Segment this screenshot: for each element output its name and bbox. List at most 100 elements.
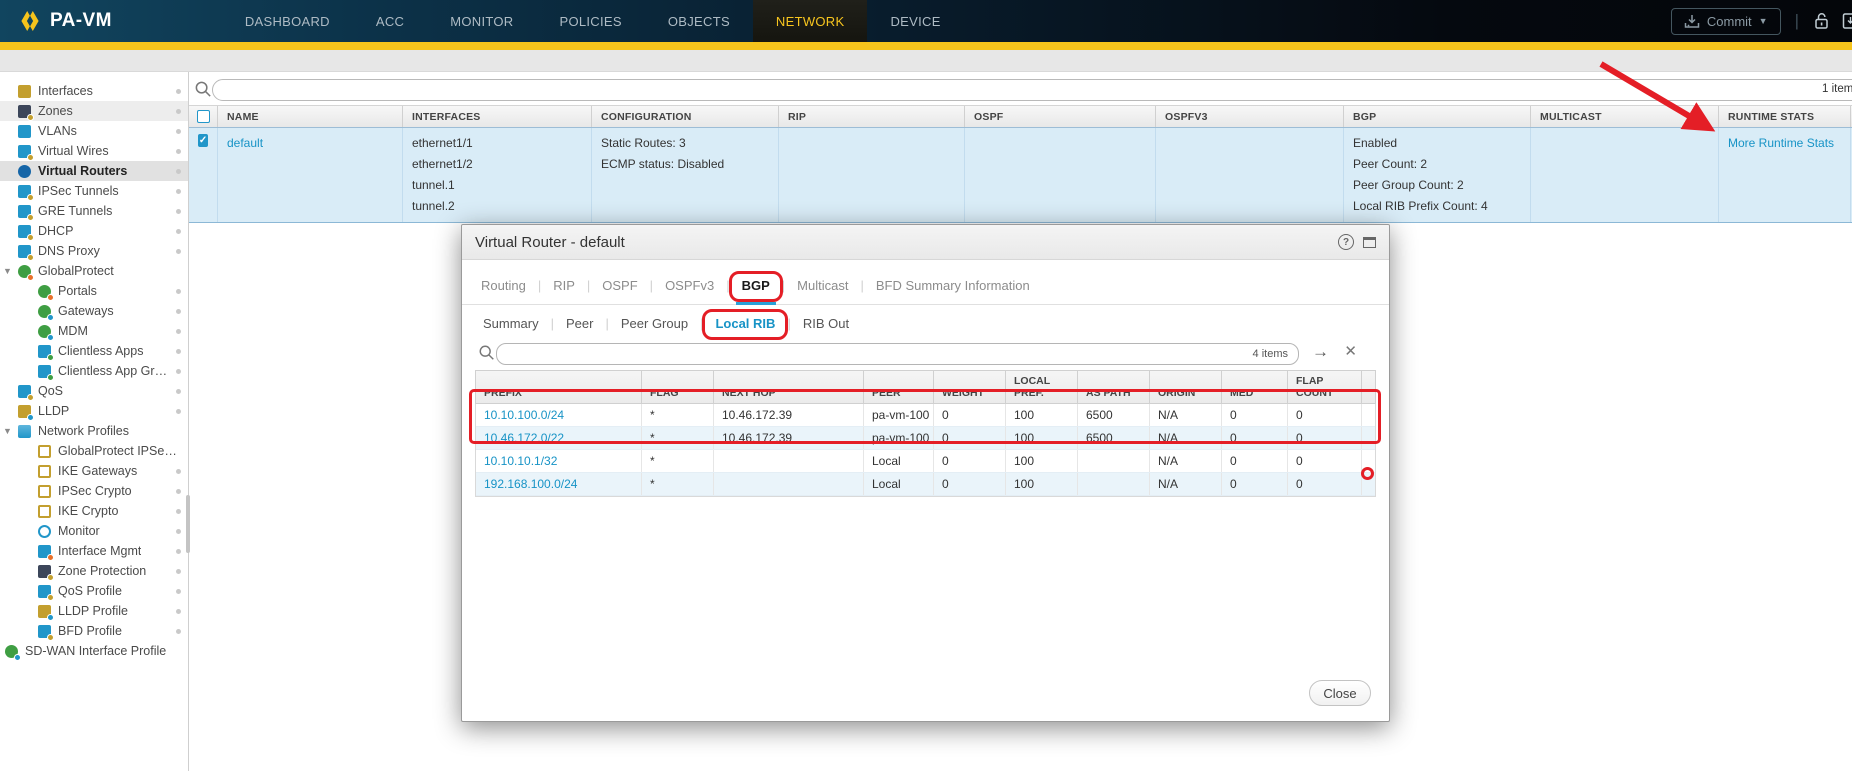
search-input[interactable] xyxy=(212,79,1852,101)
sidebar-item-qos-profile[interactable]: QoS Profile xyxy=(0,581,188,601)
sidebar-item-mdm[interactable]: MDM xyxy=(0,321,188,341)
sidebar-item-globalprotect[interactable]: ▼GlobalProtect xyxy=(0,261,188,281)
detach-dot xyxy=(176,609,181,614)
subtab-separator: | xyxy=(787,316,790,331)
dialog-tab-routing[interactable]: Routing xyxy=(478,278,529,293)
nav-tab-dashboard[interactable]: DASHBOARD xyxy=(222,0,353,42)
nav-tab-device[interactable]: DEVICE xyxy=(867,0,963,42)
sidebar-item-globalprotect-ipsec-crypto[interactable]: GlobalProtect IPSec Crypto xyxy=(0,441,188,461)
column-header-ospfv3[interactable]: OSPFV3 xyxy=(1156,106,1344,127)
nav-tab-network[interactable]: NETWORK xyxy=(753,0,868,42)
rib-col-flap-count[interactable]: FLAP COUNT xyxy=(1288,371,1362,403)
apply-filter-icon[interactable]: → xyxy=(1312,342,1329,362)
dialog-subtab-peer-group[interactable]: Peer Group xyxy=(618,316,691,331)
sidebar-item-bfd-profile[interactable]: BFD Profile xyxy=(0,621,188,641)
sidebar-item-dns-proxy[interactable]: DNS Proxy xyxy=(0,241,188,261)
sidebar-item-lldp-profile[interactable]: LLDP Profile xyxy=(0,601,188,621)
sidebar-item-virtual-wires[interactable]: Virtual Wires xyxy=(0,141,188,161)
column-header-bgp[interactable]: BGP xyxy=(1344,106,1531,127)
column-header-multicast[interactable]: MULTICAST xyxy=(1531,106,1719,127)
restore-window-icon[interactable] xyxy=(1363,237,1376,248)
rib-row[interactable]: 10.10.100.0/24*10.46.172.39pa-vm-1000100… xyxy=(476,404,1375,427)
sidebar-scrollbar-handle[interactable] xyxy=(186,495,190,553)
dialog-tab-multicast[interactable]: Multicast xyxy=(794,278,851,293)
column-header-configuration[interactable]: CONFIGURATION xyxy=(592,106,779,127)
rib-cell: N/A xyxy=(1150,427,1222,449)
sidebar-item-label: Interface Mgmt xyxy=(58,544,141,558)
detach-dot xyxy=(176,489,181,494)
sidebar-item-interface-mgmt[interactable]: Interface Mgmt xyxy=(0,541,188,561)
dialog-tab-rip[interactable]: RIP xyxy=(550,278,578,293)
prefix-link[interactable]: 10.10.100.0/24 xyxy=(484,408,564,422)
select-all-checkbox[interactable] xyxy=(189,106,218,127)
sidebar-item-clientless-apps[interactable]: Clientless Apps xyxy=(0,341,188,361)
rib-row[interactable]: 10.46.172.0/22*10.46.172.39pa-vm-1000100… xyxy=(476,427,1375,450)
sidebar-item-monitor[interactable]: Monitor xyxy=(0,521,188,541)
sidebar-item-ike-crypto[interactable]: IKE Crypto xyxy=(0,501,188,521)
column-header-runtime-stats[interactable]: RUNTIME STATS xyxy=(1719,106,1851,127)
nav-tab-monitor[interactable]: MONITOR xyxy=(427,0,536,42)
sidebar-item-lldp[interactable]: LLDP xyxy=(0,401,188,421)
dialog-subtab-peer[interactable]: Peer xyxy=(563,316,596,331)
rib-col-as-path[interactable]: AS PATH xyxy=(1078,371,1150,403)
nav-tab-policies[interactable]: POLICIES xyxy=(536,0,644,42)
sidebar-item-ipsec-tunnels[interactable]: IPSec Tunnels xyxy=(0,181,188,201)
sidebar-item-gateways[interactable]: Gateways xyxy=(0,301,188,321)
close-button[interactable]: Close xyxy=(1309,680,1371,706)
sidebar-item-sd-wan-interface-profile[interactable]: SD-WAN Interface Profile xyxy=(0,641,188,661)
prefix-link[interactable]: 10.10.10.1/32 xyxy=(484,454,557,468)
dialog-subtab-rib-out[interactable]: RIB Out xyxy=(800,316,852,331)
rib-col-peer[interactable]: PEER xyxy=(864,371,934,403)
sidebar-item-ike-gateways[interactable]: IKE Gateways xyxy=(0,461,188,481)
sidebar-item-zone-protection[interactable]: Zone Protection xyxy=(0,561,188,581)
rib-row[interactable]: 192.168.100.0/24*Local0100N/A00 xyxy=(476,473,1375,496)
rib-col-next-hop[interactable]: NEXT HOP xyxy=(714,371,864,403)
rib-col-local-pref[interactable]: LOCAL PREF. xyxy=(1006,371,1078,403)
vr-name-link[interactable]: default xyxy=(227,136,263,150)
column-header-rip[interactable]: RIP xyxy=(779,106,965,127)
column-header-ospf[interactable]: OSPF xyxy=(965,106,1156,127)
sidebar-item-qos[interactable]: QoS xyxy=(0,381,188,401)
row-checkbox[interactable]: ✓ xyxy=(189,128,218,222)
rib-col-prefix[interactable]: PREFIX xyxy=(476,371,642,403)
prefix-link[interactable]: 192.168.100.0/24 xyxy=(484,477,577,491)
chevron-down-icon[interactable]: ▼ xyxy=(3,426,12,436)
rib-col-med[interactable]: MED xyxy=(1222,371,1288,403)
sidebar-item-zones[interactable]: Zones xyxy=(0,101,188,121)
save-config-icon[interactable] xyxy=(1842,12,1852,30)
nav-tab-acc[interactable]: ACC xyxy=(353,0,427,42)
column-header-name[interactable]: NAME xyxy=(218,106,403,127)
sidebar-item-vlans[interactable]: VLANs xyxy=(0,121,188,141)
sidebar-item-network-profiles[interactable]: ▼Network Profiles xyxy=(0,421,188,441)
dialog-subtab-local-rib[interactable]: Local RIB xyxy=(712,316,778,331)
dialog-tab-bgp[interactable]: BGP xyxy=(739,278,773,293)
rib-col-origin[interactable]: ORIGIN xyxy=(1150,371,1222,403)
column-header-interfaces[interactable]: INTERFACES xyxy=(403,106,592,127)
sidebar-item-ipsec-crypto[interactable]: IPSec Crypto xyxy=(0,481,188,501)
dialog-tab-ospfv3[interactable]: OSPFv3 xyxy=(662,278,717,293)
unlock-icon[interactable] xyxy=(1813,12,1830,30)
rib-col-flag[interactable]: FLAG xyxy=(642,371,714,403)
nav-tab-objects[interactable]: OBJECTS xyxy=(645,0,753,42)
dialog-tab-ospf[interactable]: OSPF xyxy=(599,278,640,293)
clear-filter-icon[interactable]: ✕ xyxy=(1344,342,1357,360)
commit-button[interactable]: Commit ▼ xyxy=(1671,8,1781,35)
sidebar-item-interfaces[interactable]: Interfaces xyxy=(0,81,188,101)
table-row[interactable]: ✓defaultethernet1/1ethernet1/2tunnel.1tu… xyxy=(189,128,1852,223)
sidebar-item-dhcp[interactable]: DHCP xyxy=(0,221,188,241)
dialog-subtab-summary[interactable]: Summary xyxy=(480,316,542,331)
sidebar-item-clientless-app-groups[interactable]: Clientless App Groups xyxy=(0,361,188,381)
rib-row[interactable]: 10.10.10.1/32*Local0100N/A00 xyxy=(476,450,1375,473)
chevron-down-icon[interactable]: ▼ xyxy=(3,266,12,276)
rib-col-weight[interactable]: WEIGHT xyxy=(934,371,1006,403)
sidebar-item-virtual-routers[interactable]: Virtual Routers xyxy=(0,161,188,181)
prefix-link[interactable]: 10.46.172.0/22 xyxy=(484,431,564,445)
sidebar-item-portals[interactable]: Portals xyxy=(0,281,188,301)
dialog-search-input[interactable]: 4 items xyxy=(496,343,1299,365)
help-icon[interactable]: ? xyxy=(1338,234,1354,250)
rib-cell: 192.168.100.0/24 xyxy=(476,473,642,495)
rib-cell: 0 xyxy=(934,473,1006,495)
sidebar-item-gre-tunnels[interactable]: GRE Tunnels xyxy=(0,201,188,221)
dialog-tab-bfd-summary-information[interactable]: BFD Summary Information xyxy=(873,278,1033,293)
more-runtime-stats-link[interactable]: More Runtime Stats xyxy=(1728,136,1834,150)
